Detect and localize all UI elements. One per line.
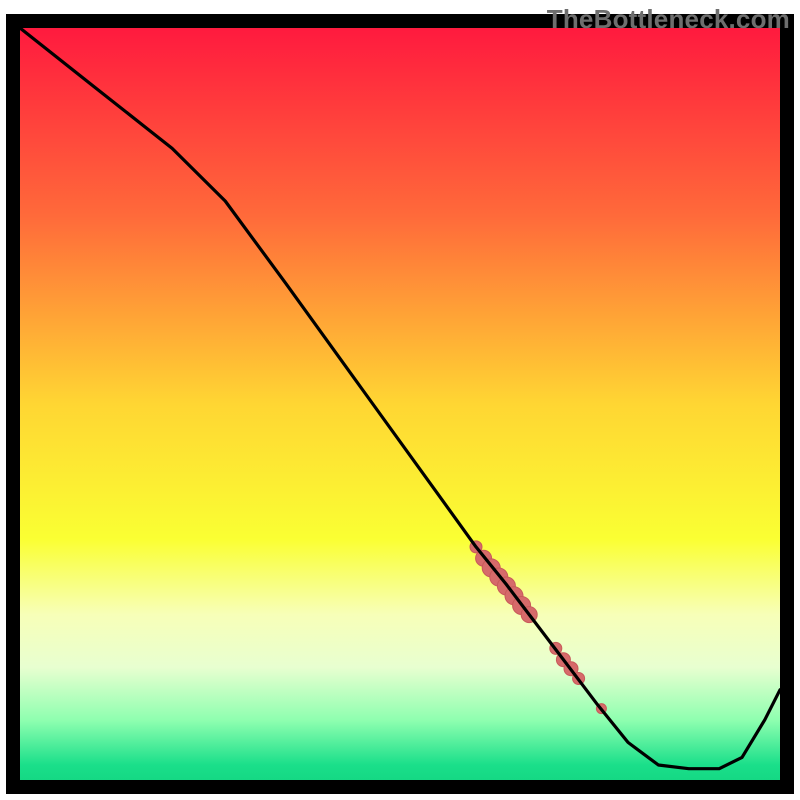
chart-svg: [0, 0, 800, 800]
watermark-text: TheBottleneck.com: [547, 4, 790, 35]
plot-background: [20, 28, 780, 780]
chart-stage: TheBottleneck.com: [0, 0, 800, 800]
